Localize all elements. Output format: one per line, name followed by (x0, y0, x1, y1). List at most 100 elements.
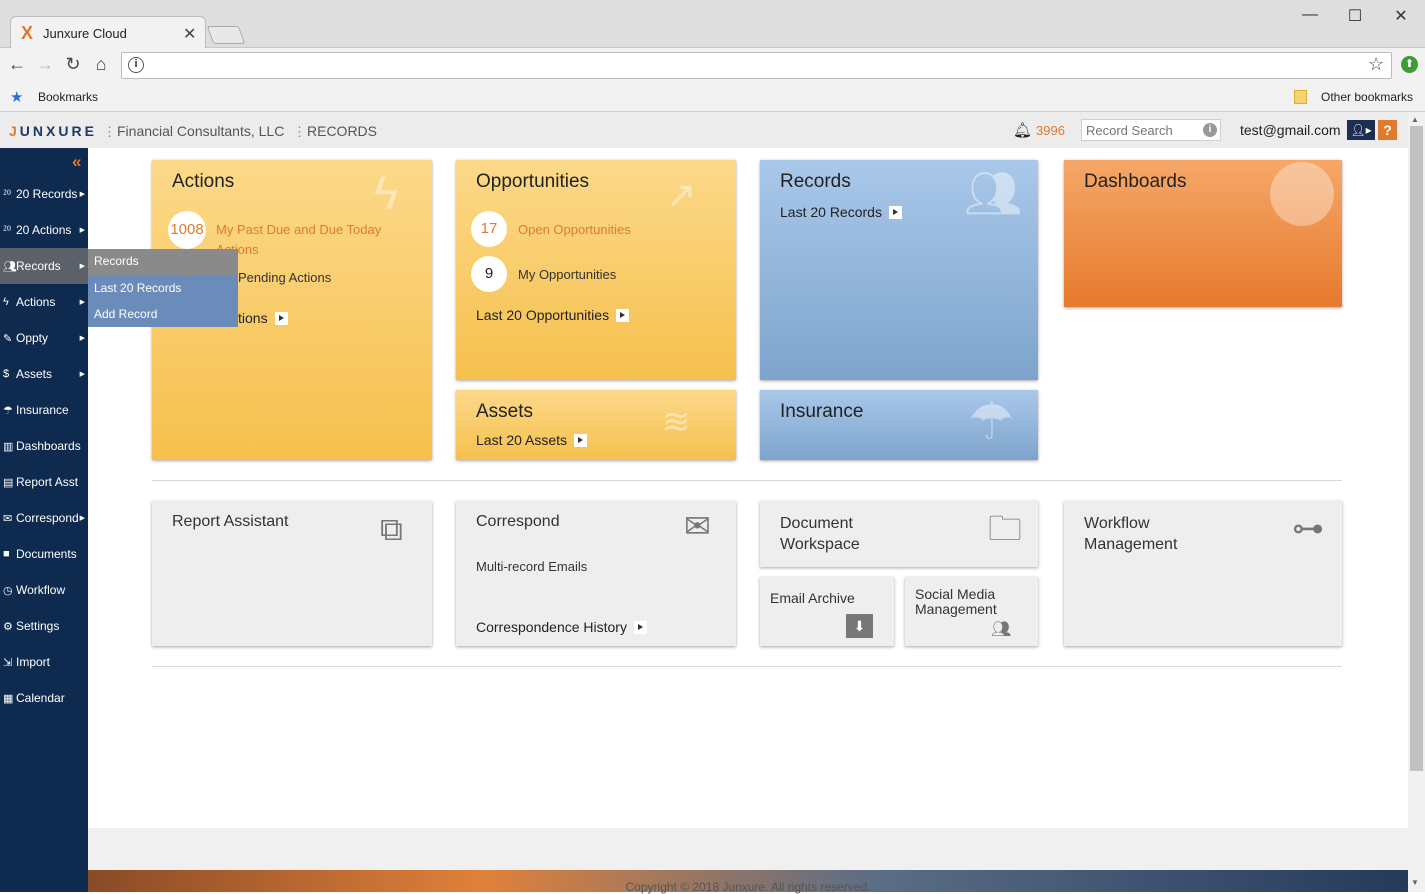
sidebar-item-calendar[interactable]: ▦ Calendar (0, 680, 88, 716)
sidebar-item-20-records[interactable]: ⁲⁰ 20 Records ▶ (0, 176, 88, 212)
report-assistant-tile[interactable]: Report Assistant ⧉ (152, 501, 432, 646)
records-tile[interactable]: Records 👥︎ Last 20 Records (760, 160, 1038, 380)
bookmarks-bar: ★ Bookmarks Other bookmarks (0, 84, 1425, 112)
collapse-sidebar-icon[interactable]: « (72, 152, 81, 172)
bell-icon[interactable]: 🔔︎ (1013, 121, 1032, 139)
import-icon: ⇲ (3, 656, 13, 669)
sidebar-item-report-asst[interactable]: ▤ Report Asst (0, 464, 88, 500)
opportunities-tile[interactable]: Opportunities ↗ 17 Open Opportunities 9 … (456, 160, 736, 380)
pending-actions-link[interactable]: Pending Actions (238, 270, 331, 285)
sidebar-item-insurance[interactable]: ☂ Insurance (0, 392, 88, 428)
help-icon[interactable]: ? (1378, 120, 1397, 140)
past-due-count[interactable]: 1008 (168, 211, 206, 249)
user-menu-icon[interactable]: 👤︎▸ (1347, 120, 1375, 140)
play-icon (633, 620, 647, 634)
flyout-item-last-20-records[interactable]: Last 20 Records (94, 281, 181, 295)
scroll-down-icon[interactable]: ▼ (1411, 878, 1419, 887)
correspond-tile[interactable]: Correspond ✉ Multi-record Emails Corresp… (456, 501, 736, 646)
vertical-scrollbar[interactable]: ▲ ▼ (1408, 112, 1425, 892)
past-due-actions-link[interactable]: My Past Due and Due Today Actions (216, 220, 416, 260)
sidebar-item-20-actions[interactable]: ⁲⁰ 20 Actions ▶ (0, 212, 88, 248)
back-icon[interactable]: ← (6, 54, 28, 75)
close-tab-icon[interactable]: ✕ (183, 24, 196, 44)
divider (152, 666, 1342, 667)
correspondence-history-link[interactable]: Correspondence History (476, 619, 647, 635)
user-email[interactable]: test@gmail.com (1240, 122, 1341, 138)
notification-count[interactable]: 3996 (1036, 123, 1065, 138)
sidebar: « ⁲⁰ 20 Records ▶ ⁲⁰ 20 Actions ▶ 👥︎ Records ▶… (0, 148, 88, 892)
envelope-icon: ✉ (684, 508, 711, 544)
tile-title: Social Media Management (915, 586, 997, 617)
app-header: JUNXURE ⋮ Financial Consultants, LLC ⋮ R… (0, 112, 1408, 148)
calendar-icon: ▦ (3, 692, 14, 705)
workflow-tile[interactable]: Workflow Management ⊶ (1064, 501, 1342, 646)
email-archive-tile[interactable]: Email Archive ⬇ (760, 577, 894, 646)
browser-titlebar: X Junxure Cloud ✕ — ☐ ✕ (0, 0, 1425, 49)
20-actions-icon: ⁲⁰ (3, 224, 11, 236)
lightning-icon: ϟ (3, 296, 9, 308)
minimize-icon[interactable]: — (1295, 6, 1325, 24)
last-20-assets-link[interactable]: Last 20 Assets (476, 432, 588, 448)
record-search-input[interactable] (1081, 119, 1221, 141)
bookmarks-star-icon: ★ (10, 89, 24, 106)
scroll-up-icon[interactable]: ▲ (1411, 115, 1419, 124)
chevron-right-icon: ▶ (79, 515, 85, 522)
home-icon[interactable]: ⌂ (90, 54, 112, 75)
tile-title: Workflow Management (1084, 515, 1178, 553)
separator-icon: ⋮ (293, 124, 306, 139)
sidebar-item-dashboards[interactable]: ▥ Dashboards (0, 428, 88, 464)
extension-icon[interactable]: ⬆ (1401, 56, 1418, 73)
social-media-tile[interactable]: Social Media Management 👥︎ (905, 577, 1038, 646)
trend-chart-icon: ↗ (666, 174, 697, 215)
info-icon[interactable]: i (128, 57, 144, 73)
reload-icon[interactable]: ↻ (62, 54, 84, 75)
sidebar-item-workflow[interactable]: ◷ Workflow (0, 572, 88, 608)
browser-tab[interactable]: X Junxure Cloud ✕ (10, 16, 206, 49)
sidebar-item-records[interactable]: 👥︎ Records ▶ (0, 248, 88, 284)
sidebar-item-documents[interactable]: ■ Documents (0, 536, 88, 572)
tile-title: Dashboards (1084, 171, 1187, 192)
sidebar-item-import[interactable]: ⇲ Import (0, 644, 88, 680)
tile-title: Actions (172, 171, 235, 192)
tab-title: Junxure Cloud (43, 26, 127, 41)
dashboards-tile[interactable]: Dashboards (1064, 160, 1342, 307)
insurance-tile[interactable]: Insurance ☂ (760, 390, 1038, 460)
assets-tile[interactable]: Assets ≋ Last 20 Assets (456, 390, 736, 460)
forward-icon[interactable]: → (34, 54, 56, 75)
search-info-icon[interactable]: i (1203, 123, 1217, 137)
other-bookmarks-link[interactable]: Other bookmarks (1321, 90, 1413, 104)
open-opportunities-count[interactable]: 17 (471, 211, 507, 247)
brand-logo[interactable]: JUNXURE (9, 123, 97, 139)
sidebar-item-settings[interactable]: ⚙ Settings (0, 608, 88, 644)
last-20-opportunities-link[interactable]: Last 20 Opportunities (476, 307, 630, 323)
tile-title: Report Assistant (172, 513, 289, 530)
divider (152, 480, 1342, 481)
document-workspace-tile[interactable]: Document Workspace 🗀︎ (760, 501, 1038, 567)
sidebar-item-actions[interactable]: ϟ Actions ▶ (0, 284, 88, 320)
scrollbar-thumb[interactable] (1410, 126, 1423, 771)
sidebar-item-assets[interactable]: $ Assets ▶ (0, 356, 88, 392)
people-icon: 👥︎ (964, 167, 1023, 219)
actions-list-link[interactable]: tions (238, 310, 288, 326)
sidebar-item-oppty[interactable]: ✎ Oppty ▶ (0, 320, 88, 356)
money-stack-icon: ≋ (662, 403, 691, 441)
flyout-item-add-record[interactable]: Add Record (94, 307, 157, 321)
open-opportunities-link[interactable]: Open Opportunities (518, 222, 631, 237)
sidebar-item-correspond[interactable]: ✉ Correspond ▶ (0, 500, 88, 536)
address-bar[interactable]: i ☆ (121, 52, 1392, 79)
close-window-icon[interactable]: ✕ (1386, 6, 1416, 26)
folder-icon: ■ (3, 548, 10, 560)
new-tab-button[interactable] (206, 26, 246, 44)
tile-title: Document Workspace (780, 515, 860, 553)
chevron-right-icon: ▶ (79, 299, 85, 306)
bookmark-star-icon[interactable]: ☆ (1368, 54, 1384, 75)
maximize-icon[interactable]: ☐ (1340, 6, 1370, 26)
chevron-right-icon: ▶ (79, 371, 85, 378)
play-icon (574, 433, 588, 447)
multi-record-emails-link[interactable]: Multi-record Emails (476, 559, 587, 574)
separator-icon: ⋮ (103, 124, 116, 139)
bookmarks-link[interactable]: Bookmarks (38, 90, 98, 104)
last-20-records-link[interactable]: Last 20 Records (780, 204, 902, 220)
my-opportunities-link[interactable]: My Opportunities (518, 267, 616, 282)
my-opportunities-count[interactable]: 9 (471, 256, 507, 292)
